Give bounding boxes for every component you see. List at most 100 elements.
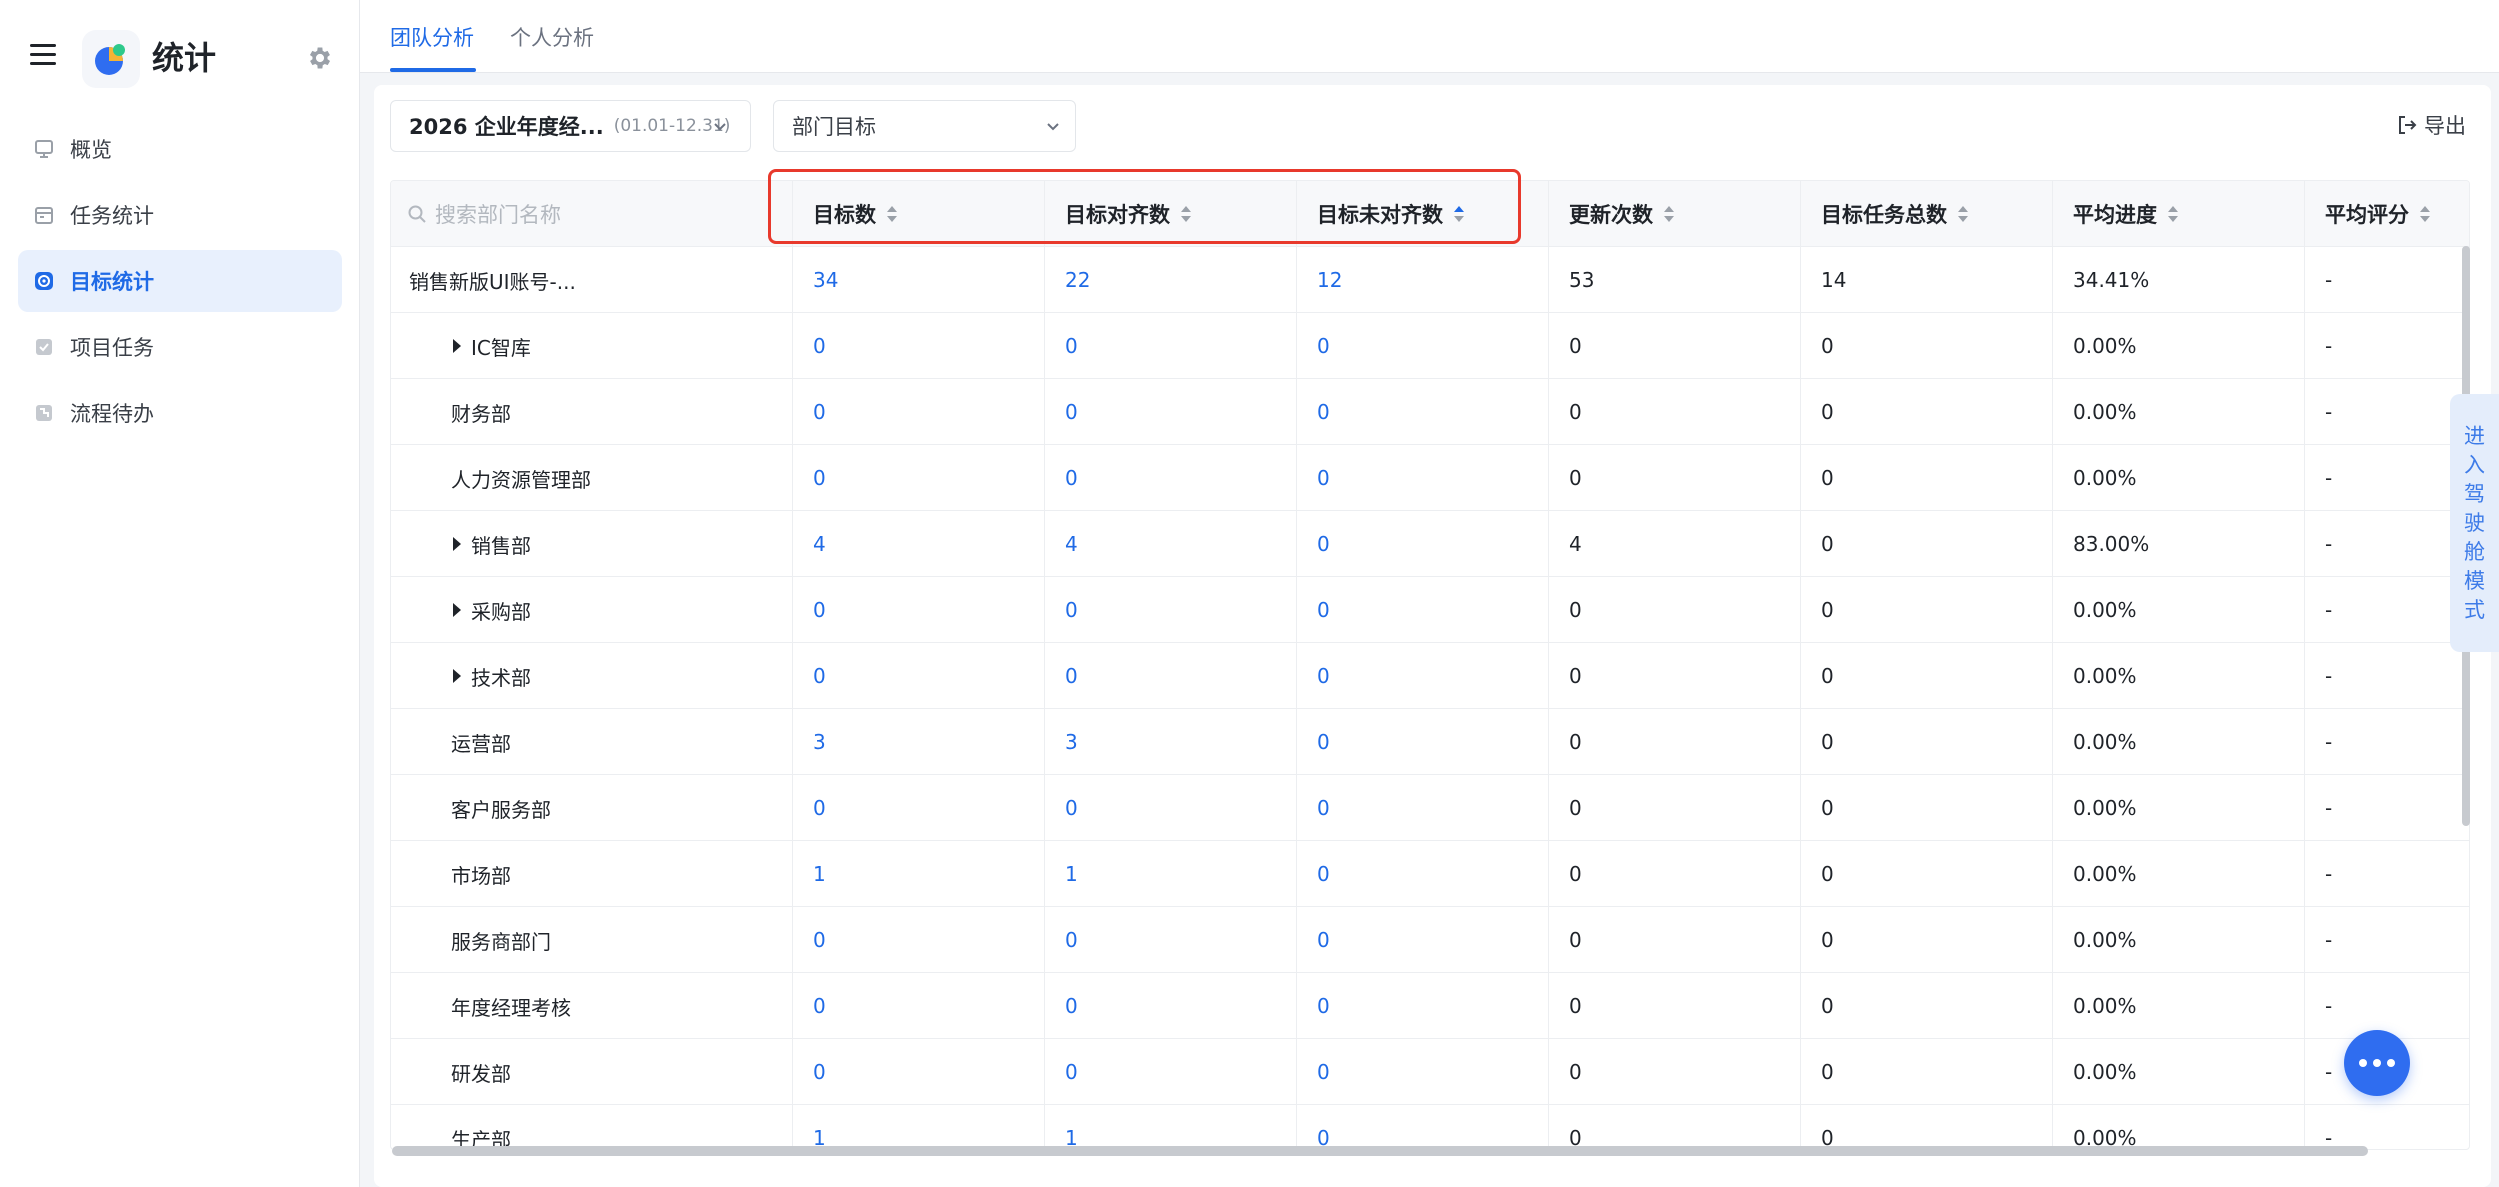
department-name-cell[interactable]: 服务商部门 (391, 907, 793, 973)
table-cell[interactable]: 0 (1297, 643, 1549, 709)
table-row[interactable]: 采购部 0 0 0 0 0 0.00% - (391, 577, 2469, 643)
department-name-cell[interactable]: 生产部 (391, 1105, 793, 1149)
table-row[interactable]: IC智库 0 0 0 0 0 0.00% - (391, 313, 2469, 379)
table-cell[interactable]: 0 (793, 445, 1045, 511)
column-header-avg-score[interactable]: 平均评分 (2305, 181, 2469, 247)
table-cell[interactable]: 0 (1297, 379, 1549, 445)
table-cell[interactable]: 0 (793, 313, 1045, 379)
expand-caret-icon[interactable] (453, 339, 461, 353)
department-name-cell[interactable]: 市场部 (391, 841, 793, 907)
department-search-input[interactable]: 搜索部门名称 (391, 181, 793, 247)
table-cell[interactable]: 4 (793, 511, 1045, 577)
table-row[interactable]: 财务部 0 0 0 0 0 0.00% - (391, 379, 2469, 445)
table-cell[interactable]: 4 (1045, 511, 1297, 577)
department-name-cell[interactable]: 研发部 (391, 1039, 793, 1105)
table-cell[interactable]: 3 (793, 709, 1045, 775)
column-label: 目标未对齐数 (1317, 203, 1443, 227)
table-cell[interactable]: 0 (1297, 709, 1549, 775)
table-cell[interactable]: 0 (793, 775, 1045, 841)
table-cell[interactable]: 0 (1297, 907, 1549, 973)
sidebar-item-project-tasks[interactable]: 项目任务 (18, 316, 342, 378)
horizontal-scrollbar[interactable] (392, 1146, 2368, 1156)
table-cell[interactable]: 0 (1045, 313, 1297, 379)
table-cell[interactable]: 1 (793, 841, 1045, 907)
column-header-task-total[interactable]: 目标任务总数 (1801, 181, 2053, 247)
table-cell[interactable]: 0 (1045, 775, 1297, 841)
table-cell[interactable]: 0 (1297, 511, 1549, 577)
table-cell[interactable]: 0 (1297, 841, 1549, 907)
table-cell[interactable]: 0 (793, 907, 1045, 973)
department-name-cell[interactable]: 财务部 (391, 379, 793, 445)
department-name-cell[interactable]: 销售部 (391, 511, 793, 577)
gear-icon[interactable] (306, 44, 334, 72)
menu-icon[interactable] (30, 44, 56, 66)
department-name-cell[interactable]: 销售新版UI账号-... (391, 247, 793, 313)
table-cell[interactable]: 0 (1045, 973, 1297, 1039)
table-cell[interactable]: 0 (1045, 445, 1297, 511)
table-row[interactable]: 销售新版UI账号-... 34 22 12 53 14 34.41% - (391, 247, 2469, 313)
table-row[interactable]: 销售部 4 4 0 4 0 83.00% - (391, 511, 2469, 577)
table-cell[interactable]: 0 (1045, 907, 1297, 973)
table-cell[interactable]: 1 (1045, 841, 1297, 907)
cockpit-label-char: 进 (2464, 423, 2485, 448)
table-cell[interactable]: 1 (793, 1105, 1045, 1149)
export-button[interactable]: 导出 (2396, 110, 2466, 140)
department-name-cell[interactable]: 运营部 (391, 709, 793, 775)
table-row[interactable]: 客户服务部 0 0 0 0 0 0.00% - (391, 775, 2469, 841)
column-header-aligned-count[interactable]: 目标对齐数 (1045, 181, 1297, 247)
table-cell[interactable]: 0 (1045, 643, 1297, 709)
table-cell: 0 (1549, 379, 1801, 445)
goal-type-select[interactable]: 部门目标 (773, 100, 1076, 152)
table-row[interactable]: 运营部 3 3 0 0 0 0.00% - (391, 709, 2469, 775)
table-cell[interactable]: 0 (1297, 577, 1549, 643)
table-cell[interactable]: 0 (793, 1039, 1045, 1105)
table-row[interactable]: 市场部 1 1 0 0 0 0.00% - (391, 841, 2469, 907)
sidebar-item-overview[interactable]: 概览 (18, 118, 342, 180)
table-cell[interactable]: 0 (1297, 313, 1549, 379)
column-header-unaligned-count[interactable]: 目标未对齐数 (1297, 181, 1549, 247)
table-cell[interactable]: 12 (1297, 247, 1549, 313)
expand-caret-icon[interactable] (453, 537, 461, 551)
table-row[interactable]: 人力资源管理部 0 0 0 0 0 0.00% - (391, 445, 2469, 511)
table-cell[interactable]: 0 (1297, 1039, 1549, 1105)
expand-caret-icon[interactable] (453, 603, 461, 617)
table-cell[interactable]: 0 (1297, 775, 1549, 841)
department-name-cell[interactable]: IC智库 (391, 313, 793, 379)
expand-caret-icon[interactable] (453, 669, 461, 683)
period-select[interactable]: 2026 企业年度经... (01.01-12.31) (390, 100, 751, 152)
table-cell[interactable]: 0 (793, 973, 1045, 1039)
department-name-cell[interactable]: 技术部 (391, 643, 793, 709)
table-cell[interactable]: 0 (793, 577, 1045, 643)
department-name-cell[interactable]: 客户服务部 (391, 775, 793, 841)
column-header-avg-progress[interactable]: 平均进度 (2053, 181, 2305, 247)
sidebar-item-workflow[interactable]: 流程待办 (18, 382, 342, 444)
table-cell[interactable]: 0 (1045, 577, 1297, 643)
table-cell[interactable]: 0 (793, 643, 1045, 709)
sidebar-item-target-stats[interactable]: 目标统计 (18, 250, 342, 312)
table-cell[interactable]: 0 (793, 379, 1045, 445)
column-header-update-count[interactable]: 更新次数 (1549, 181, 1801, 247)
table-cell[interactable]: 34 (793, 247, 1045, 313)
table-cell[interactable]: 0 (1045, 379, 1297, 445)
table-cell[interactable]: 0 (1297, 973, 1549, 1039)
sidebar-item-task-stats[interactable]: 任务统计 (18, 184, 342, 246)
table-cell[interactable]: 0 (1297, 445, 1549, 511)
more-actions-button[interactable] (2344, 1030, 2410, 1096)
table-cell[interactable]: 0 (1045, 1039, 1297, 1105)
department-name-cell[interactable]: 人力资源管理部 (391, 445, 793, 511)
cockpit-mode-button[interactable]: 进入驾驶舱模式 (2450, 394, 2499, 652)
tab-team-analysis[interactable]: 团队分析 (390, 22, 474, 52)
table-cell[interactable]: 3 (1045, 709, 1297, 775)
table-cell[interactable]: 0 (1297, 1105, 1549, 1149)
table-row[interactable]: 生产部 1 1 0 0 0 0.00% - (391, 1105, 2469, 1149)
department-name-cell[interactable]: 采购部 (391, 577, 793, 643)
table-cell[interactable]: 1 (1045, 1105, 1297, 1149)
table-cell[interactable]: 22 (1045, 247, 1297, 313)
tab-personal-analysis[interactable]: 个人分析 (510, 22, 594, 52)
table-row[interactable]: 技术部 0 0 0 0 0 0.00% - (391, 643, 2469, 709)
table-row[interactable]: 研发部 0 0 0 0 0 0.00% - (391, 1039, 2469, 1105)
column-header-goal-count[interactable]: 目标数 (793, 181, 1045, 247)
table-row[interactable]: 服务商部门 0 0 0 0 0 0.00% - (391, 907, 2469, 973)
table-row[interactable]: 年度经理考核 0 0 0 0 0 0.00% - (391, 973, 2469, 1039)
department-name-cell[interactable]: 年度经理考核 (391, 973, 793, 1039)
